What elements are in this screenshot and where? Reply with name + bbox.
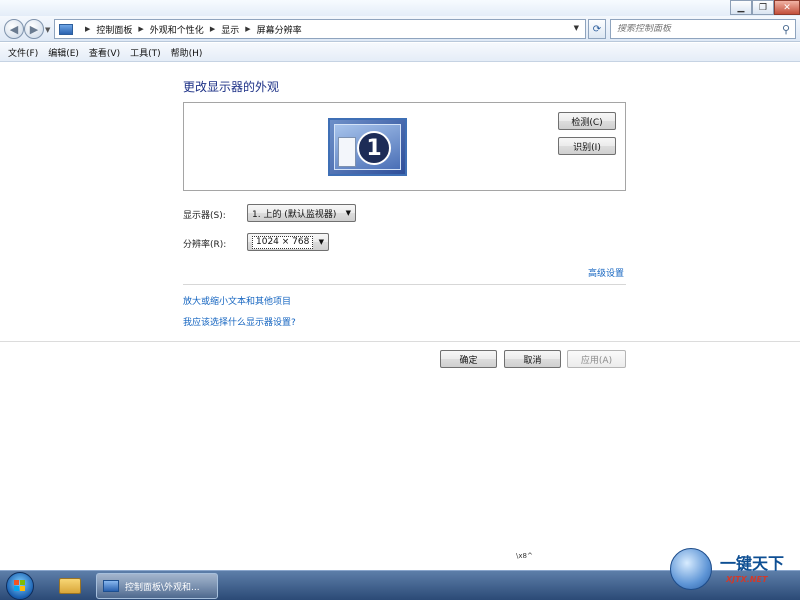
control-panel-icon: [59, 23, 73, 35]
window-thumbnail-icon: [338, 137, 356, 167]
breadcrumb-display[interactable]: 显示: [221, 23, 239, 36]
breadcrumb-screen-resolution[interactable]: 屏幕分辨率: [257, 23, 302, 36]
caption-buttons: ▁ ❐ ✕: [730, 0, 800, 16]
windows-logo-icon: [14, 580, 26, 592]
folder-icon: [59, 578, 81, 594]
monitor-number-badge: 1: [357, 131, 391, 165]
menu-tools[interactable]: 工具(T): [125, 46, 166, 59]
identify-button[interactable]: 识别(I): [558, 137, 616, 155]
display-settings-help-link[interactable]: 我应该选择什么显示器设置?: [183, 315, 296, 328]
control-panel-window: ▁ ❐ ✕ ◀ ▶ ▼ ▶ 控制面板 ▶ 外观和个性化 ▶ 显示 ▶ 屏幕分辨率…: [0, 0, 800, 570]
cancel-button[interactable]: 取消: [504, 350, 561, 368]
detect-button[interactable]: 检测(C): [558, 112, 616, 130]
advanced-settings-link[interactable]: 高级设置: [588, 266, 624, 279]
chevron-right-icon[interactable]: ▶: [245, 25, 250, 33]
menu-view[interactable]: 查看(V): [84, 46, 125, 59]
taskbar-item-control-panel[interactable]: 控制面板\外观和...: [96, 573, 218, 599]
close-icon[interactable]: ✕: [774, 0, 800, 15]
search-icon[interactable]: ⚲: [782, 23, 790, 36]
resolution-select[interactable]: 1024 × 768 ▼: [247, 233, 329, 251]
site-watermark: 一键天下 XJTX.NET: [668, 546, 796, 596]
stray-text: \x8^: [516, 552, 533, 560]
divider: [183, 284, 626, 285]
address-dropdown-icon[interactable]: ▼: [574, 24, 579, 32]
refresh-icon[interactable]: ⟳: [588, 19, 606, 39]
dropdown-arrow-icon: ▼: [318, 238, 324, 246]
back-icon[interactable]: ◀: [4, 19, 24, 39]
taskbar-item-label: 控制面板\外观和...: [125, 582, 200, 593]
ok-button[interactable]: 确定: [440, 350, 497, 368]
watermark-title: 一键天下: [720, 554, 785, 573]
display-label: 显示器(S):: [183, 211, 226, 221]
monitor-screen: 1: [334, 124, 401, 170]
dropdown-arrow-icon: ▼: [345, 209, 351, 217]
breadcrumb-appearance[interactable]: 外观和个性化: [150, 23, 204, 36]
chevron-right-icon[interactable]: ▶: [85, 25, 90, 33]
title-bar: ▁ ❐ ✕: [0, 0, 800, 16]
footer-divider: [0, 341, 800, 342]
page-title: 更改显示器的外观: [183, 80, 280, 94]
restore-icon[interactable]: ❐: [752, 0, 774, 15]
search-input[interactable]: [617, 24, 767, 34]
menu-help[interactable]: 帮助(H): [166, 46, 208, 59]
globe-logo-icon: [670, 548, 712, 590]
watermark-url: XJTX.NET: [726, 575, 768, 584]
resolution-label: 分辨率(R):: [183, 240, 227, 250]
menu-file[interactable]: 文件(F): [3, 46, 43, 59]
apply-button[interactable]: 应用(A): [567, 350, 626, 368]
recent-pages-dropdown-icon[interactable]: ▼: [45, 26, 50, 34]
menu-bar: 文件(F) 编辑(E) 查看(V) 工具(T) 帮助(H): [0, 43, 800, 62]
address-bar[interactable]: ▶ 控制面板 ▶ 外观和个性化 ▶ 显示 ▶ 屏幕分辨率 ▼: [54, 19, 586, 39]
search-box[interactable]: ⚲: [610, 19, 796, 39]
display-select[interactable]: 1. 上的 (默认监视器) ▼: [247, 204, 356, 222]
chevron-right-icon[interactable]: ▶: [138, 25, 143, 33]
monitor-1-icon[interactable]: 1: [328, 118, 407, 176]
control-panel-icon: [103, 580, 119, 592]
resolution-select-value: 1024 × 768: [252, 235, 314, 249]
explorer-taskbar-icon[interactable]: [54, 573, 86, 599]
chevron-right-icon[interactable]: ▶: [210, 25, 215, 33]
menu-edit[interactable]: 编辑(E): [43, 46, 84, 59]
display-select-value: 1. 上的 (默认监视器): [252, 209, 337, 220]
breadcrumb-control-panel[interactable]: 控制面板: [96, 23, 132, 36]
start-button[interactable]: [6, 572, 34, 600]
minimize-icon[interactable]: ▁: [730, 0, 752, 15]
navigation-bar: ◀ ▶ ▼ ▶ 控制面板 ▶ 外观和个性化 ▶ 显示 ▶ 屏幕分辨率 ▼ ⟳ ⚲: [0, 16, 800, 42]
enlarge-text-link[interactable]: 放大或缩小文本和其他项目: [183, 294, 291, 307]
forward-icon[interactable]: ▶: [24, 19, 44, 39]
monitor-preview-panel: 1 检测(C) 识别(I): [183, 102, 626, 191]
